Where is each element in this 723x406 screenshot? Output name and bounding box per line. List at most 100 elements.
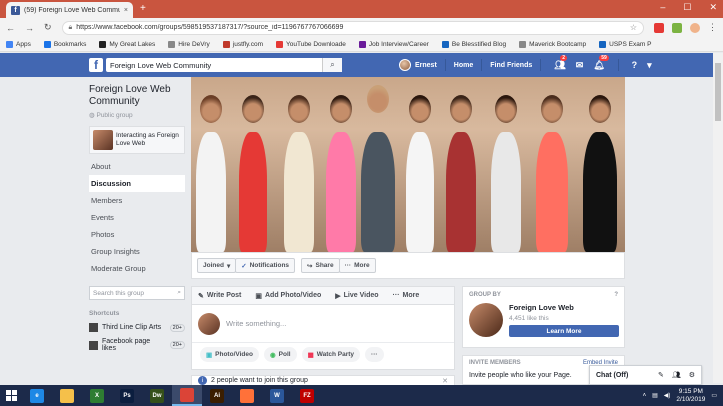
close-window-icon[interactable]: ✕	[709, 2, 717, 13]
group-title[interactable]: Foreign Love Web Community	[89, 84, 185, 108]
tab-write-post[interactable]: ✎ Write Post	[198, 292, 241, 300]
back-arrow-icon[interactable]: ←	[6, 23, 15, 33]
poll-button[interactable]: ◉ Poll	[263, 347, 297, 362]
taskbar-app-icon[interactable]: e	[22, 385, 52, 406]
search-icon[interactable]: ⌕	[322, 58, 342, 72]
bookmark-item[interactable]: YouTube Downloade	[276, 40, 346, 48]
bookmark-icon	[276, 40, 283, 48]
group-nav-discussion[interactable]: Discussion	[89, 175, 185, 192]
group-nav-photos[interactable]: Photos	[89, 226, 185, 243]
maximize-icon[interactable]: ☐	[683, 2, 691, 13]
taskbar-app-icon[interactable]	[172, 385, 202, 406]
bookmark-item[interactable]: justfly.com	[222, 40, 263, 48]
extension-icon[interactable]	[672, 22, 682, 33]
search-icon[interactable]: ⌕	[177, 289, 181, 297]
close-icon[interactable]: ✕	[442, 377, 448, 385]
group-owner-name[interactable]: Foreign Love Web	[509, 303, 619, 312]
new-tab-button[interactable]: +	[140, 3, 146, 14]
notifications-button[interactable]: ✓ Notifications	[235, 258, 296, 273]
group-nav-about[interactable]: About	[89, 158, 185, 175]
group-nav-moderate-group[interactable]: Moderate Group	[89, 260, 185, 277]
group-owner-avatar[interactable]	[469, 303, 503, 337]
group-nav-events[interactable]: Events	[89, 209, 185, 226]
bookmark-item[interactable]: Be Blesstified Blog	[441, 40, 506, 48]
facebook-logo-icon[interactable]: f	[89, 58, 103, 72]
bookmark-item[interactable]: Bookmarks	[43, 40, 86, 48]
taskbar-app-icon[interactable]: Ai	[202, 385, 232, 406]
bookmark-item[interactable]: Hire DeVry	[168, 40, 210, 48]
account-menu-icon[interactable]: ▾	[647, 60, 652, 71]
cover-person	[239, 132, 267, 252]
friend-requests-icon[interactable]: 👥︎ 2	[554, 54, 568, 71]
reload-icon[interactable]: ↻	[44, 22, 52, 33]
more-options-button[interactable]: ···	[365, 347, 384, 362]
chat-bar[interactable]: Chat (Off) ✎ 👥︎ ⚙︎	[589, 365, 702, 385]
bookmark-item[interactable]: My Great Lakes	[99, 40, 155, 48]
taskbar-clock[interactable]: 9:15 PM 2/10/2019	[676, 388, 705, 404]
url-bar[interactable]: 🔒︎ https://www.facebook.com/groups/59851…	[61, 20, 644, 35]
bookmark-item[interactable]: Maverick Bootcamp	[519, 40, 586, 48]
group-search-input[interactable]: Search this group ⌕	[89, 286, 185, 300]
system-tray: ˄ ▤ ◀) 9:15 PM 2/10/2019 ▭	[643, 388, 723, 404]
taskbar-app-icon[interactable]: FZ	[292, 385, 322, 406]
bookmark-star-icon[interactable]: ☆	[630, 23, 637, 32]
tab-more[interactable]: ··· More	[393, 292, 420, 299]
compose-icon[interactable]: ✎	[658, 371, 664, 379]
bookmark-item[interactable]: USPS Exam P	[599, 40, 651, 48]
joined-button[interactable]: Joined ▾	[197, 258, 237, 273]
shortcut-item[interactable]: Facebook page likes 20+	[89, 338, 185, 352]
facebook-search-input[interactable]: Foreign Love Web Community ⌕	[106, 58, 342, 72]
nav-profile[interactable]: Ernest	[415, 62, 437, 69]
nav-find-friends[interactable]: Find Friends	[490, 62, 532, 69]
scrollbar-thumb[interactable]	[715, 63, 721, 121]
gear-icon[interactable]: ⚙︎	[689, 371, 695, 379]
user-avatar[interactable]	[399, 59, 411, 71]
chevron-up-icon[interactable]: ˄	[643, 393, 647, 399]
group-action-bar: Joined ▾ ✓ Notifications ↪ Share ··· More	[191, 252, 625, 279]
windows-start-button[interactable]	[0, 385, 22, 406]
taskbar-app-icon[interactable]	[232, 385, 262, 406]
help-icon[interactable]: ?	[614, 292, 618, 298]
help-icon[interactable]: ?	[632, 60, 638, 70]
taskbar-app-icon[interactable]: Ps	[112, 385, 142, 406]
composer-tabs: ✎ Write Post ▣ Add Photo/Video ▶ Live Video…	[192, 287, 454, 305]
forward-arrow-icon[interactable]: →	[25, 23, 34, 33]
shortcut-item[interactable]: Third Line Clip Arts 20+	[89, 323, 185, 332]
chat-label[interactable]: Chat (Off)	[596, 372, 650, 379]
interacting-as-selector[interactable]: Interacting as Foreign Love Web	[89, 126, 185, 154]
chrome-menu-icon[interactable]: ⋮	[708, 22, 717, 33]
page-scrollbar[interactable]	[713, 53, 723, 383]
composer-input-area[interactable]: Write something...	[192, 305, 454, 343]
learn-more-button[interactable]: Learn More	[509, 325, 619, 337]
tab-close-icon[interactable]: ×	[124, 7, 128, 14]
group-cover-photo[interactable]	[191, 77, 625, 252]
taskbar-app-icon[interactable]	[52, 385, 82, 406]
extension-icon[interactable]	[654, 22, 664, 33]
watch-party-button[interactable]: ▦ Watch Party	[301, 347, 361, 362]
group-nav-members[interactable]: Members	[89, 192, 185, 209]
tab-live-video[interactable]: ▶ Live Video	[335, 292, 378, 300]
join-requests-bar[interactable]: i 2 people want to join this group ✕	[191, 375, 455, 385]
volume-icon[interactable]: ◀)	[664, 392, 671, 399]
photo-video-button[interactable]: ▣ Photo/Video	[200, 347, 259, 362]
composer-placeholder[interactable]: Write something...	[226, 319, 286, 328]
url-text[interactable]: https://www.facebook.com/groups/59851953…	[76, 24, 626, 31]
group-chat-icon[interactable]: 👥︎	[672, 371, 681, 379]
group-nav-group-insights[interactable]: Group Insights	[89, 243, 185, 260]
more-button[interactable]: ··· More	[338, 258, 376, 273]
taskbar-app-icon[interactable]: Dw	[142, 385, 172, 406]
tab-add-photo-video[interactable]: ▣ Add Photo/Video	[255, 292, 321, 300]
share-button[interactable]: ↪ Share	[301, 258, 340, 273]
profile-avatar-icon[interactable]	[690, 22, 700, 33]
bookmark-item[interactable]: Apps	[6, 40, 31, 48]
notification-center-icon[interactable]: ▭	[711, 392, 717, 399]
network-icon[interactable]: ▤	[652, 392, 658, 399]
nav-home[interactable]: Home	[454, 62, 473, 69]
bookmark-item[interactable]: Job Interview/Career	[358, 40, 429, 48]
taskbar-app-icon[interactable]: W	[262, 385, 292, 406]
taskbar-app-icon[interactable]: X	[82, 385, 112, 406]
minimize-icon[interactable]: –	[660, 2, 665, 13]
browser-tab[interactable]: f (59) Foreign Love Web Commu ×	[6, 2, 133, 18]
notifications-icon[interactable]: 🔔︎ 59	[593, 54, 609, 71]
messenger-icon[interactable]: ✉︎	[576, 60, 584, 71]
